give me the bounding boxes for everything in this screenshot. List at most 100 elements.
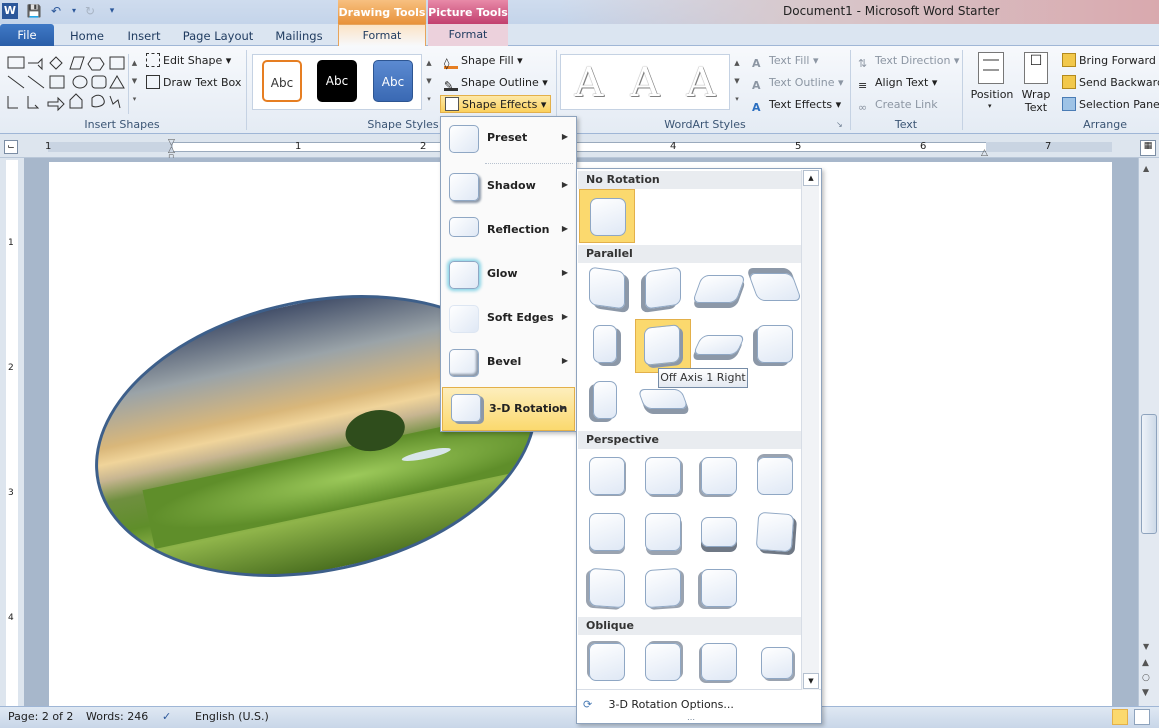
group-separator (246, 50, 247, 130)
rotation-parallel-4[interactable] (747, 267, 803, 311)
wrap-text-icon[interactable]: ☐ (1024, 52, 1048, 84)
rotation-parallel-2[interactable] (643, 266, 683, 311)
position-button[interactable]: Position (970, 86, 1014, 104)
rotation-oblique-4[interactable] (755, 641, 795, 685)
tab-page-layout[interactable]: Page Layout (180, 26, 256, 46)
scroll-down-icon[interactable]: ▼ (1143, 642, 1149, 651)
tab-drawing-format[interactable]: Format (338, 24, 426, 46)
shapes-gallery-scroll[interactable]: ▲ ▼ ▾ (128, 54, 140, 114)
shapes-gallery[interactable] (6, 54, 126, 114)
wordart-style-2[interactable]: A (622, 58, 668, 108)
shape-fill-button[interactable]: ◊ Shape Fill ▾ (444, 52, 523, 70)
align-text-button[interactable]: ≡ Align Text ▾ (858, 74, 937, 92)
menu-item-glow[interactable]: Glow ▶ (441, 255, 576, 295)
shape-effects-button[interactable]: Shape Effects ▾ (440, 95, 552, 113)
word-app-icon[interactable]: W (2, 3, 18, 19)
rotation-perspective-1[interactable] (587, 455, 627, 499)
position-dropdown-icon[interactable]: ▾ (988, 102, 992, 110)
style-swatch-black[interactable]: Abc (317, 60, 357, 102)
tab-insert[interactable]: Insert (120, 26, 168, 46)
word-count[interactable]: Words: 246 (86, 710, 148, 723)
rotation-parallel-1[interactable] (587, 266, 627, 311)
rotation-perspective-5[interactable] (587, 511, 627, 555)
menu-item-reflection[interactable]: Reflection ▶ (441, 211, 576, 251)
draw-text-box-button[interactable]: Draw Text Box (146, 74, 241, 92)
customize-qat-icon[interactable]: ▾ (104, 3, 120, 19)
right-indent-marker-icon[interactable]: △ (981, 148, 988, 158)
selection-pane-button[interactable]: Selection Pane (1062, 96, 1159, 114)
rotation-perspective-11[interactable] (699, 567, 739, 611)
edit-shape-button[interactable]: Edit Shape ▾ (146, 52, 231, 70)
menu-item-preset[interactable]: Preset ▶ (441, 119, 576, 159)
rotation-perspective-2[interactable] (643, 455, 683, 499)
gallery-scrollbar[interactable]: ▲ ▼ (801, 170, 819, 690)
save-icon[interactable]: 💾 (26, 3, 42, 19)
rotation-parallel-9[interactable] (591, 379, 623, 423)
shape-outline-button[interactable]: ✎ Shape Outline ▾ (444, 74, 548, 92)
proofing-icon[interactable]: ✓ (162, 710, 171, 723)
menu-item-shadow[interactable]: Shadow ▶ (441, 167, 576, 207)
arrange-group-label: Arrange (1083, 118, 1127, 131)
previous-page-icon[interactable]: ▲ (1142, 658, 1149, 668)
browse-object-icon[interactable]: ○ (1142, 673, 1150, 683)
rotation-off-axis-1-right[interactable] (635, 319, 691, 373)
position-icon[interactable] (978, 52, 1004, 84)
view-ruler-icon[interactable]: ▦ (1140, 140, 1156, 156)
rotation-perspective-6[interactable] (643, 511, 683, 555)
rotation-parallel-3[interactable] (691, 267, 747, 311)
language-indicator[interactable]: English (U.S.) (195, 710, 269, 723)
3d-rotation-options-link[interactable]: ⟳ 3-D Rotation Options... (583, 695, 813, 715)
rotation-oblique-3[interactable] (699, 641, 739, 685)
send-backward-button[interactable]: Send Backward (1062, 74, 1159, 92)
resize-grip-icon[interactable]: ⋯ (687, 715, 695, 724)
rotation-oblique-2[interactable] (643, 641, 683, 685)
tab-picture-format[interactable]: Format (428, 24, 508, 46)
scroll-up-icon[interactable]: ▲ (1143, 164, 1149, 173)
menu-item-soft-edges[interactable]: Soft Edges ▶ (441, 299, 576, 339)
gallery-scroll-up-icon[interactable]: ▲ (803, 170, 819, 186)
next-page-icon[interactable]: ▼ (1142, 688, 1149, 698)
redo-icon[interactable]: ↻ (82, 3, 98, 19)
print-layout-view-icon[interactable] (1112, 709, 1128, 725)
style-swatch-blue[interactable]: Abc (373, 60, 413, 102)
style-swatch-orange[interactable]: Abc (262, 60, 302, 102)
tab-file[interactable]: File (0, 24, 54, 46)
rotation-perspective-9[interactable] (587, 567, 627, 611)
indent-marker-icon[interactable]: ▽ △ ▫ (168, 139, 178, 162)
draft-view-icon[interactable] (1134, 709, 1150, 725)
wrap-text-button-line2[interactable]: Text (1018, 99, 1054, 117)
undo-icon[interactable]: ↶ (48, 3, 64, 19)
gallery-scroll-down-icon[interactable]: ▼ (803, 673, 819, 689)
wordart-style-1[interactable]: A (566, 58, 612, 108)
menu-item-3d-rotation[interactable]: 3-D Rotation ▶ (442, 387, 575, 431)
text-fill-button[interactable]: A Text Fill ▾ (752, 52, 818, 70)
text-outline-button[interactable]: A Text Outline ▾ (752, 74, 844, 92)
bring-forward-button[interactable]: Bring Forward (1062, 52, 1156, 70)
undo-dropdown-icon[interactable]: ▾ (66, 3, 82, 19)
vertical-scrollbar[interactable]: ▲ ▼ ▲ ○ ▼ (1138, 158, 1159, 706)
shape-styles-scroll[interactable]: ▲ ▼ ▾ (423, 54, 435, 110)
wordart-style-3[interactable]: A (678, 58, 724, 108)
rotation-perspective-4[interactable] (755, 455, 795, 499)
wordart-gallery-scroll[interactable]: ▲ ▼ ▾ (731, 54, 743, 110)
text-direction-button[interactable]: ⇅ Text Direction ▾ (858, 52, 959, 70)
rotation-parallel-5[interactable] (591, 323, 623, 367)
rotation-parallel-7[interactable] (692, 329, 746, 373)
rotation-parallel-8[interactable] (755, 323, 795, 367)
rotation-perspective-3[interactable] (699, 455, 739, 499)
rotation-none[interactable] (579, 189, 635, 243)
wordart-dialog-launcher-icon[interactable]: ↘ (836, 120, 846, 130)
menu-item-bevel[interactable]: Bevel ▶ (441, 343, 576, 383)
rotation-oblique-1[interactable] (587, 641, 627, 685)
create-link-button[interactable]: ∞ Create Link (858, 96, 938, 114)
rotation-perspective-10[interactable] (643, 567, 683, 611)
rotation-perspective-8[interactable] (755, 511, 795, 555)
rotation-parallel-10[interactable] (637, 385, 689, 429)
rotation-perspective-7[interactable] (699, 511, 739, 555)
tab-home[interactable]: Home (62, 26, 112, 46)
text-effects-button[interactable]: A Text Effects ▾ (752, 96, 841, 114)
tab-mailings[interactable]: Mailings (268, 26, 330, 46)
scroll-thumb[interactable] (1141, 414, 1157, 534)
page-count[interactable]: Page: 2 of 2 (8, 710, 73, 723)
tab-selector-icon[interactable]: ⌙ (4, 140, 18, 154)
